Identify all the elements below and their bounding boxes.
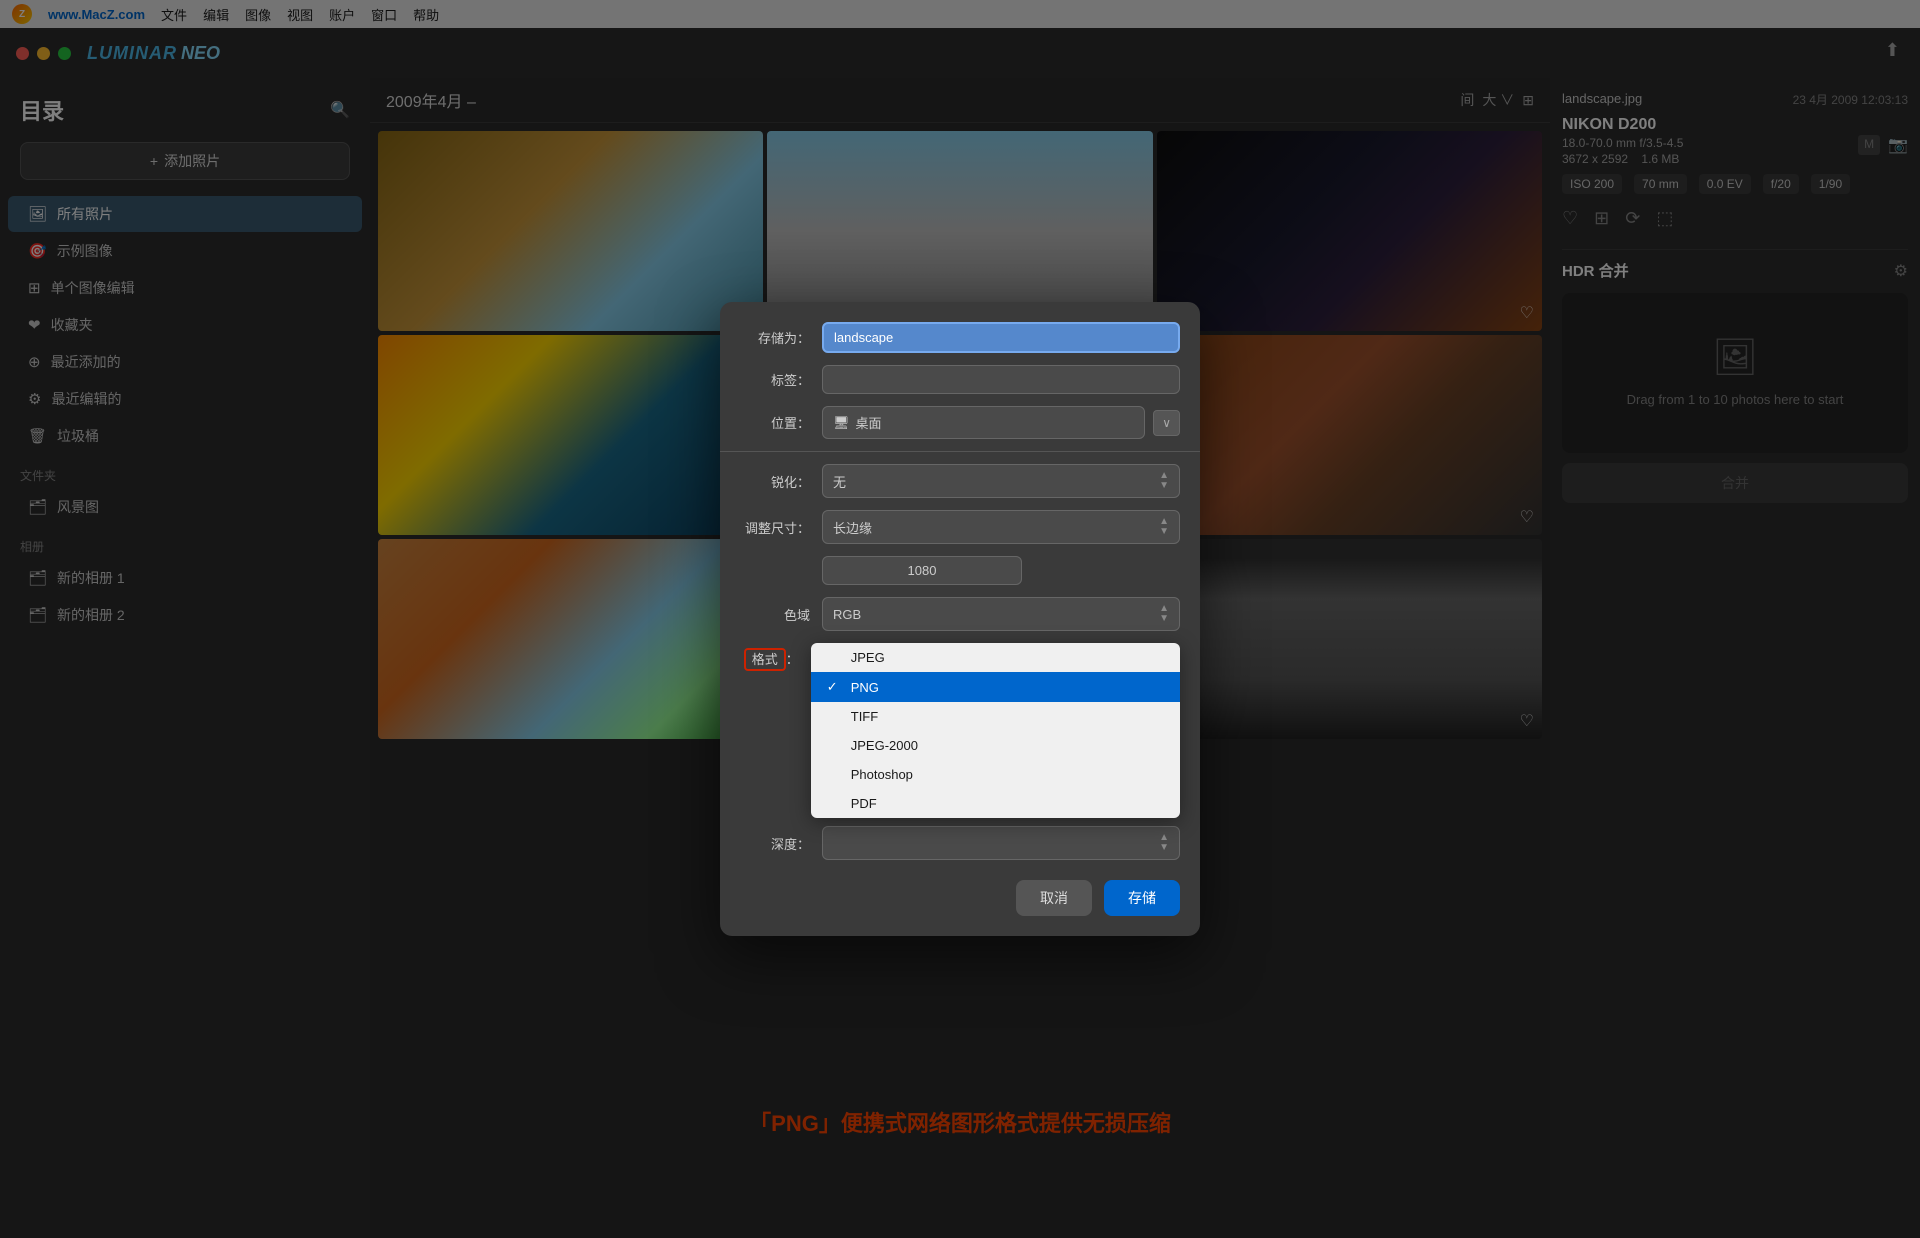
depth-row: 深度： ▲▼ <box>740 826 1180 860</box>
save-as-row: 存储为： <box>740 322 1180 353</box>
format-option-pdf[interactable]: PDF <box>811 789 1180 818</box>
depth-select[interactable]: ▲▼ <box>822 826 1180 860</box>
depth-arrows: ▲▼ <box>1159 833 1169 853</box>
format-label: 格式 <box>744 648 786 671</box>
sharpening-label: 锐化： <box>740 472 810 491</box>
format-option-tiff[interactable]: TIFF <box>811 702 1180 731</box>
cancel-button[interactable]: 取消 <box>1016 880 1092 916</box>
desktop-icon: 🖥 <box>833 415 850 431</box>
format-label-wrapper: 格式： <box>740 649 799 668</box>
format-option-jpeg-top[interactable]: JPEG <box>811 643 1180 672</box>
resize-select[interactable]: 长边缘 ▲▼ <box>822 510 1180 544</box>
format-dropdown: JPEG ✓ PNG TIFF JPEG-2000 Photoshop <box>811 643 1180 818</box>
color-domain-arrows: ▲▼ <box>1159 604 1169 624</box>
tag-row: 标签： <box>740 365 1180 394</box>
sharpening-arrows: ▲▼ <box>1159 471 1169 491</box>
format-option-jpeg2000[interactable]: JPEG-2000 <box>811 731 1180 760</box>
png-check: ✓ <box>827 679 843 695</box>
save-button[interactable]: 存储 <box>1104 880 1180 916</box>
sharpening-row: 锐化： 无 ▲▼ <box>740 464 1180 498</box>
resize-select-row: 长边缘 ▲▼ <box>822 510 1180 544</box>
tag-label: 标签： <box>740 370 810 389</box>
jpeg-check <box>827 650 843 665</box>
resize-number-row <box>740 556 1180 585</box>
tiff-check <box>827 709 843 724</box>
location-input[interactable]: 🖥 桌面 <box>822 406 1145 439</box>
resize-arrows: ▲▼ <box>1159 517 1169 537</box>
color-domain-row: 色域 RGB ▲▼ <box>740 597 1180 631</box>
modal-footer: 取消 存储 <box>740 880 1180 916</box>
pdf-check <box>827 796 843 811</box>
format-option-photoshop[interactable]: Photoshop <box>811 760 1180 789</box>
save-as-input[interactable] <box>822 322 1180 353</box>
photoshop-check <box>827 767 843 782</box>
color-domain-select[interactable]: RGB ▲▼ <box>822 597 1180 631</box>
color-domain-label: 色域 <box>740 605 810 624</box>
jpeg2000-check <box>827 738 843 753</box>
save-as-label: 存储为： <box>740 328 810 347</box>
modal-overlay: 存储为： 标签： 位置： 🖥 桌面 ∨ 锐化： 无 <box>0 0 1920 1238</box>
depth-label: 深度： <box>740 834 810 853</box>
location-row-content: 🖥 桌面 ∨ <box>822 406 1180 439</box>
tag-input[interactable] <box>822 365 1180 394</box>
resize-label: 调整尺寸： <box>740 518 810 537</box>
resize-number-input[interactable] <box>822 556 1022 585</box>
resize-row: 调整尺寸： 长边缘 ▲▼ <box>740 510 1180 544</box>
location-expand-button[interactable]: ∨ <box>1153 410 1180 436</box>
location-label: 位置： <box>740 413 810 432</box>
sharpening-select-row: 无 ▲▼ <box>822 464 1180 498</box>
save-dialog: 存储为： 标签： 位置： 🖥 桌面 ∨ 锐化： 无 <box>720 302 1200 936</box>
sharpening-select[interactable]: 无 ▲▼ <box>822 464 1180 498</box>
color-domain-select-row: RGB ▲▼ <box>822 597 1180 631</box>
format-row: 格式： JPEG ✓ PNG TIFF JPEG-2000 <box>740 643 1180 818</box>
modal-divider <box>720 451 1200 452</box>
format-option-png[interactable]: ✓ PNG <box>811 672 1180 702</box>
location-row: 位置： 🖥 桌面 ∨ <box>740 406 1180 439</box>
